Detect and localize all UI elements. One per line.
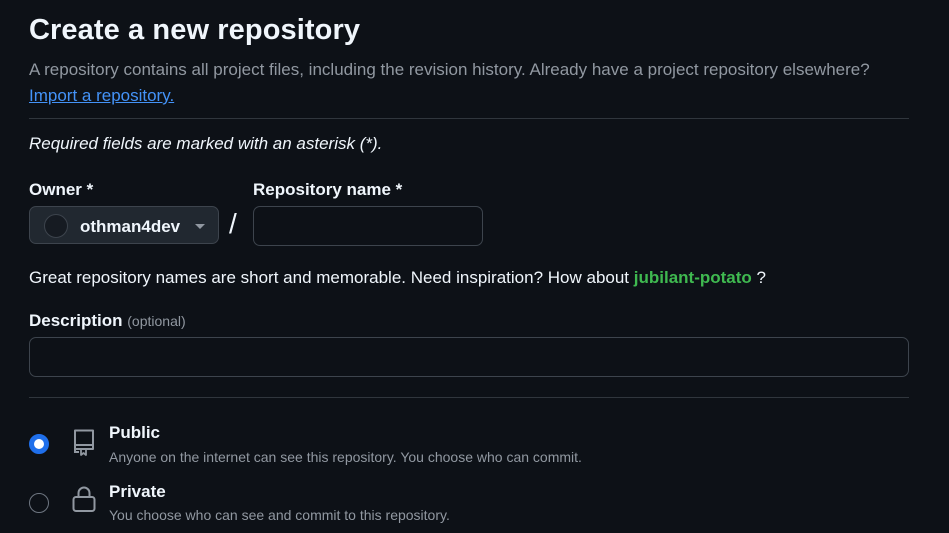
required-fields-note: Required fields are marked with an aster…	[29, 134, 383, 153]
caret-down-icon	[195, 224, 205, 229]
private-title: Private	[109, 482, 166, 501]
page-title: Create a new repository	[29, 14, 361, 46]
description-label-text: Description	[29, 311, 123, 330]
hint-suffix: ?	[751, 268, 766, 287]
repository-name-input[interactable]	[253, 206, 483, 246]
repository-name-label: Repository name *	[253, 180, 403, 199]
owner-name: othman4dev	[80, 217, 181, 236]
lock-icon	[72, 486, 96, 512]
name-suggestion-link[interactable]: jubilant-potato	[634, 268, 752, 287]
owner-label: Owner *	[29, 180, 94, 199]
public-radio[interactable]	[29, 434, 49, 454]
description-label: Description (optional)	[29, 311, 186, 331]
public-description: Anyone on the internet can see this repo…	[109, 449, 582, 465]
import-repository-link[interactable]: Import a repository.	[29, 86, 174, 106]
avatar	[44, 214, 68, 238]
private-description: You choose who can see and commit to thi…	[109, 507, 450, 523]
hint-text: Great repository names are short and mem…	[29, 268, 634, 287]
private-radio[interactable]	[29, 493, 49, 513]
optional-tag: (optional)	[127, 313, 186, 329]
divider	[29, 397, 909, 398]
owner-repo-separator: /	[229, 208, 237, 239]
description-input[interactable]	[29, 337, 909, 377]
repository-name-hint: Great repository names are short and mem…	[29, 268, 766, 288]
create-repository-page: Create a new repository A repository con…	[0, 0, 949, 533]
repo-icon	[74, 429, 94, 456]
public-title: Public	[109, 423, 161, 442]
divider	[29, 118, 909, 119]
page-subtitle: A repository contains all project files,…	[29, 60, 870, 79]
owner-dropdown[interactable]: othman4dev	[29, 206, 219, 244]
